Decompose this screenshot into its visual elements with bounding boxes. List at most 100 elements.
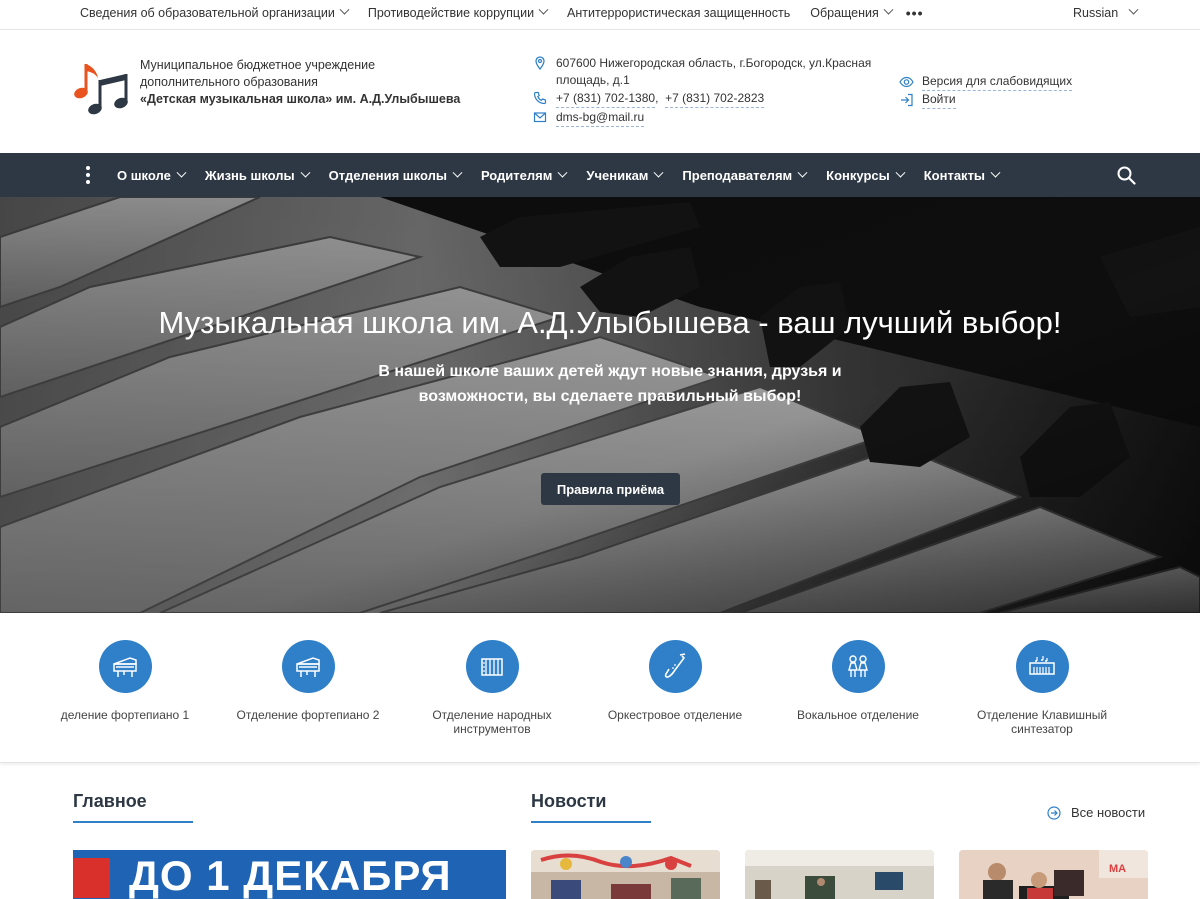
site-header: Муниципальное бюджетное учреждение допол… <box>0 30 1200 153</box>
nav-item-parents[interactable]: Родителям <box>480 167 568 183</box>
chevron-down-icon <box>176 167 187 178</box>
news-thumbnail[interactable] <box>745 850 934 899</box>
chevron-down-icon <box>339 4 350 15</box>
phone-link[interactable]: +7 (831) 702-1380 <box>556 90 656 108</box>
chevron-down-icon <box>883 4 894 15</box>
top-link-label: Сведения об образовательной организации <box>80 5 335 20</box>
department-icon-circle <box>1015 640 1069 693</box>
department-icon-circle <box>831 640 885 693</box>
nav-item-students[interactable]: Ученикам <box>586 167 664 183</box>
top-link-anticorruption[interactable]: Противодействие коррупции <box>368 4 549 20</box>
org-school-namesake: им. А.Д.Улыбышева <box>332 92 461 106</box>
main-navigation: О школе Жизнь школы Отделения школы Роди… <box>0 153 1200 197</box>
department-vocal[interactable]: Вокальное отделение <box>778 640 938 722</box>
main-section-underline <box>73 821 193 823</box>
nav-item-contests[interactable]: Конкурсы <box>826 167 906 183</box>
email-row: dms-bg@mail.ru <box>533 109 871 127</box>
address-row: 607600 Нижегородская область, г.Богородс… <box>533 55 871 89</box>
email-link[interactable]: dms-bg@mail.ru <box>556 109 645 127</box>
accordion-icon <box>481 657 503 676</box>
news-photo-image <box>531 850 720 899</box>
chevron-down-icon <box>797 167 808 178</box>
org-line: Муниципальное бюджетное учреждение <box>140 58 376 72</box>
department-orchestra[interactable]: Оркестровое отделение <box>595 640 755 722</box>
phone-link[interactable]: +7 (831) 702-2823 <box>665 90 765 108</box>
phone-separator: , <box>655 91 666 105</box>
piano-icon <box>113 656 137 677</box>
top-link-antiterror[interactable]: Антитеррористическая защищенность <box>567 6 790 20</box>
nav-item-label: Родителям <box>480 167 553 183</box>
news-section-underline <box>531 821 651 823</box>
nav-menu: О школе Жизнь школы Отделения школы Роди… <box>117 153 1019 197</box>
login-icon <box>901 93 913 107</box>
nav-item-label: О школе <box>117 167 171 183</box>
chevron-down-icon <box>1128 4 1139 15</box>
organization-name: Муниципальное бюджетное учреждение допол… <box>140 57 460 108</box>
nav-item-departments[interactable]: Отделения школы <box>328 167 463 183</box>
news-photo-image: МА <box>959 850 1148 899</box>
music-notes-logo-icon[interactable] <box>72 58 130 116</box>
hero-subtitle: В нашей школе ваших детей ждут новые зна… <box>378 363 842 405</box>
accessibility-label: Версия для слабовидящих <box>922 73 1073 91</box>
nav-item-contacts[interactable]: Контакты <box>923 167 1001 183</box>
piano-icon <box>296 656 320 677</box>
department-label: деление фортепиано 1 <box>60 708 190 722</box>
department-piano-2[interactable]: Отделение фортепиано 2 <box>228 640 388 722</box>
admission-rules-button[interactable]: Правила приёма <box>541 473 680 505</box>
chevron-down-icon <box>538 4 549 15</box>
accessibility-link[interactable]: Версия для слабовидящих <box>899 73 1073 91</box>
search-icon[interactable] <box>1117 166 1136 185</box>
chevron-down-icon <box>653 167 664 178</box>
language-selector[interactable]: Russian <box>1073 0 1139 25</box>
banner-red-block <box>73 858 110 898</box>
nav-item-label: Отделения школы <box>328 167 447 183</box>
login-link[interactable]: Войти <box>899 91 1072 109</box>
main-promo-banner[interactable]: ДО 1 ДЕКАБРЯ <box>73 850 506 899</box>
department-synthesizer[interactable]: Отделение Клавишный синтезатор <box>962 640 1122 736</box>
chevron-down-icon <box>895 167 906 178</box>
hero-title: Музыкальная школа им. А.Д.Улыбышева - ва… <box>158 305 1062 340</box>
org-line: дополнительного образования <box>140 75 318 89</box>
department-icon-circle <box>648 640 702 693</box>
top-utility-bar: Сведения об образовательной организации … <box>0 0 1200 30</box>
envelope-icon <box>533 112 547 123</box>
eye-icon <box>899 76 914 88</box>
news-thumbnail[interactable]: МА <box>959 850 1148 899</box>
top-link-label: Обращения <box>810 5 879 20</box>
department-label: Оркестровое отделение <box>607 708 743 722</box>
svg-text:МА: МА <box>1109 863 1126 875</box>
org-line: «Детская музыкальная школа» им. А.Д.Улыб… <box>140 91 460 108</box>
language-label: Russian <box>1073 5 1119 20</box>
department-piano-1[interactable]: деление фортепиано 1 <box>45 640 205 722</box>
top-link-appeals[interactable]: Обращения <box>810 4 894 20</box>
nav-item-school-life[interactable]: Жизнь школы <box>204 167 311 183</box>
nav-item-label: Контакты <box>923 167 986 183</box>
department-label: Вокальное отделение <box>797 708 919 722</box>
top-link-label: Антитеррористическая защищенность <box>567 5 791 20</box>
address-line: 607600 Нижегородская область, г.Богородс… <box>556 56 872 70</box>
top-link-org-info[interactable]: Сведения об образовательной организации <box>80 4 350 20</box>
news-thumbnail[interactable] <box>531 850 720 899</box>
chevron-down-icon <box>452 167 463 178</box>
kebab-menu-icon[interactable] <box>86 166 90 184</box>
department-label: Отделение фортепиано 2 <box>236 708 380 722</box>
nav-item-label: Преподавателям <box>682 167 793 183</box>
nav-item-teachers[interactable]: Преподавателям <box>682 167 808 183</box>
nav-item-label: Жизнь школы <box>204 167 295 183</box>
account-links: Версия для слабовидящих Войти <box>899 73 1073 109</box>
department-label: Отделение народных инструментов <box>432 708 552 736</box>
singers-icon <box>848 654 868 677</box>
nav-item-label: Ученикам <box>586 167 649 183</box>
department-icon-circle <box>281 640 335 693</box>
phone-icon <box>533 91 547 105</box>
phone-row: +7 (831) 702-1380, +7 (831) 702-2823 <box>533 90 871 108</box>
top-links: Сведения об образовательной организации … <box>80 0 924 25</box>
department-folk-instruments[interactable]: Отделение народных инструментов <box>412 640 572 736</box>
all-news-link[interactable]: Все новости <box>1047 805 1145 820</box>
nav-item-about[interactable]: О школе <box>117 167 187 183</box>
nav-item-label: Конкурсы <box>826 167 890 183</box>
address: 607600 Нижегородская область, г.Богородс… <box>556 55 871 89</box>
more-menu-button[interactable]: ••• <box>906 5 924 21</box>
map-pin-icon <box>535 56 545 70</box>
chevron-down-icon <box>990 167 1001 178</box>
